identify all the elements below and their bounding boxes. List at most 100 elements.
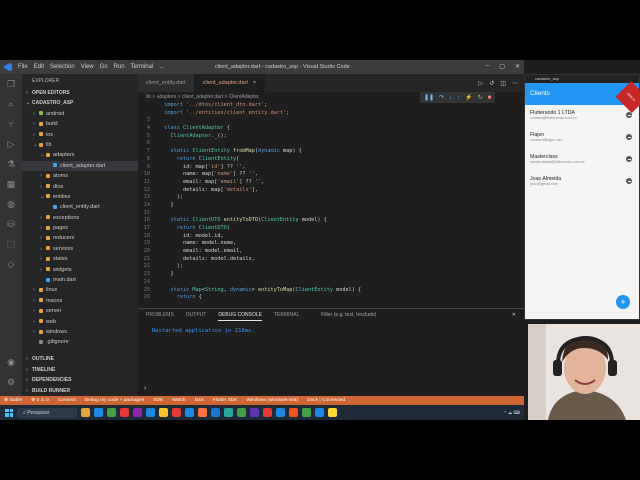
taskbar-app-icon[interactable] (133, 408, 142, 417)
taskbar-app-icon[interactable] (172, 408, 181, 417)
tree-item[interactable]: client_entity.dart (22, 202, 138, 212)
tree-item[interactable]: ⌄ adapters (22, 150, 138, 160)
tree-item[interactable]: › dtos (22, 182, 138, 192)
step-into-icon[interactable]: ↓ (449, 95, 452, 101)
minimize-icon[interactable]: – (486, 63, 489, 70)
tab-close-icon[interactable]: × (253, 80, 256, 86)
tree-item[interactable]: › reducers (22, 233, 138, 243)
restart-icon[interactable]: ↻ (478, 94, 483, 101)
tree-item[interactable]: › services (22, 244, 138, 254)
settings-gear-icon[interactable]: ⚙ (0, 372, 22, 392)
panel-tab[interactable]: OUTPUT (186, 312, 207, 321)
menu-item[interactable]: Run (114, 64, 125, 70)
tree-item[interactable]: › atoms (22, 171, 138, 181)
console-filter-input[interactable]: Filter (e.g. text, !exclude) (321, 312, 376, 321)
tree-item[interactable]: › widgets (22, 265, 138, 275)
tree-item[interactable]: .gitignore (22, 337, 138, 347)
timeline-section[interactable]: › TIMELINE (22, 365, 138, 375)
run-debug-icon[interactable]: ▷ (0, 134, 22, 154)
menu-item[interactable]: View (81, 64, 94, 70)
tree-item[interactable]: ⌄ entities (22, 192, 138, 202)
taskbar-app-icon[interactable] (94, 408, 103, 417)
status-item[interactable]: ⊗ stable (4, 398, 22, 403)
run-icon[interactable]: ▷ (479, 80, 484, 87)
hot-reload-icon[interactable]: ⚡ (465, 94, 472, 101)
source-control-icon[interactable]: ⑂ (0, 114, 22, 134)
remote-icon[interactable]: ◍ (0, 194, 22, 214)
delete-client-icon[interactable] (626, 156, 632, 162)
tree-item[interactable]: › macos (22, 296, 138, 306)
code-editor[interactable]: import '../dtos/client_dto.dart'; import… (138, 102, 524, 300)
pause-icon[interactable]: ❚❚ (424, 94, 434, 101)
taskbar-app-icon[interactable] (250, 408, 259, 417)
tree-item[interactable]: › windows (22, 327, 138, 337)
step-over-icon[interactable]: ↷ (439, 94, 444, 101)
menu-item[interactable]: File (18, 64, 28, 70)
menu-item[interactable]: ... (159, 64, 164, 70)
editor-tab[interactable]: client_adapter.dart × (194, 74, 266, 92)
status-item[interactable]: ⊗ 0 ⚠ 0 (31, 398, 49, 403)
maximize-icon[interactable]: ▢ (499, 63, 505, 70)
taskbar-app-icon[interactable] (289, 408, 298, 417)
tree-item[interactable]: › web (22, 317, 138, 327)
tree-item[interactable]: › android (22, 109, 138, 119)
client-list-item[interactable]: Masterclass masterclass@flutterando.com.b… (525, 149, 639, 171)
panel-tab[interactable]: TERMINAL (274, 312, 299, 321)
taskbar-app-icon[interactable] (224, 408, 233, 417)
taskbar-app-icon[interactable] (81, 408, 90, 417)
client-list-item[interactable]: Flajen contato@flajen.dev (525, 127, 639, 149)
status-item[interactable]: Flutter SDK (213, 398, 238, 403)
tree-item[interactable]: › ios (22, 130, 138, 140)
taskbar-app-icon[interactable] (328, 408, 337, 417)
taskbar-app-icon[interactable] (237, 408, 246, 417)
taskbar-app-icon[interactable] (211, 408, 220, 417)
delete-client-icon[interactable] (626, 134, 632, 140)
tree-item[interactable]: › states (22, 254, 138, 264)
status-item[interactable]: Dart (195, 398, 204, 403)
status-item[interactable]: Watch (172, 398, 185, 403)
tree-item[interactable]: client_adapter.dart (22, 160, 138, 172)
outline-section[interactable]: › OUTLINE (22, 354, 138, 364)
add-client-button[interactable]: + (616, 295, 630, 309)
delete-client-icon[interactable] (626, 178, 632, 184)
taskbar-app-icon[interactable] (198, 408, 207, 417)
history-icon[interactable]: ↺ (489, 80, 494, 87)
panel-tab[interactable]: PROBLEMS (146, 312, 174, 321)
status-item[interactable]: Debug my code + packages (85, 398, 145, 403)
extensions-icon[interactable]: ▦ (0, 174, 22, 194)
tree-item[interactable]: › exceptions (22, 213, 138, 223)
taskbar-app-icon[interactable] (315, 408, 324, 417)
tree-item[interactable]: ⌄ lib (22, 140, 138, 150)
status-item[interactable]: SDK (153, 398, 163, 403)
panel-close-icon[interactable]: ✕ (512, 312, 516, 321)
status-item[interactable]: Windows (windows-x64) (246, 398, 298, 403)
menu-item[interactable]: Selection (50, 64, 75, 70)
taskbar-app-icon[interactable] (146, 408, 155, 417)
status-item[interactable]: Connect (58, 398, 76, 403)
tree-item[interactable]: › pages (22, 223, 138, 233)
more-actions-icon[interactable]: ⋯ (512, 80, 518, 87)
windows-start-icon[interactable] (5, 408, 13, 417)
taskbar-app-icon[interactable] (302, 408, 311, 417)
delete-client-icon[interactable] (626, 112, 632, 118)
close-icon[interactable]: ✕ (515, 63, 520, 70)
system-tray[interactable]: ^ ☁ ⌨ (504, 410, 524, 416)
tree-item[interactable]: › build (22, 119, 138, 129)
docker-icon[interactable]: ⬚ (0, 234, 22, 254)
split-editor-icon[interactable]: ◫ (500, 80, 506, 87)
build-runner-section[interactable]: › BUILD RUNNER (22, 386, 138, 396)
search-icon[interactable]: ⌕ (0, 94, 22, 114)
taskbar-app-icon[interactable] (120, 408, 129, 417)
taskbar-app-icon[interactable] (263, 408, 272, 417)
stop-icon[interactable]: ■ (488, 95, 492, 101)
tree-item[interactable]: › linux (22, 285, 138, 295)
menu-item[interactable]: Terminal (131, 64, 154, 70)
editor-tab[interactable]: client_entity.dart (138, 74, 195, 92)
console-prompt[interactable]: › (144, 385, 146, 392)
testing-icon[interactable]: ⚗ (0, 154, 22, 174)
taskbar-app-icon[interactable] (159, 408, 168, 417)
taskbar-app-icon[interactable] (185, 408, 194, 417)
menu-item[interactable]: Go (100, 64, 108, 70)
database-icon[interactable]: ⛁ (0, 214, 22, 234)
step-out-icon[interactable]: ↑ (457, 95, 460, 101)
